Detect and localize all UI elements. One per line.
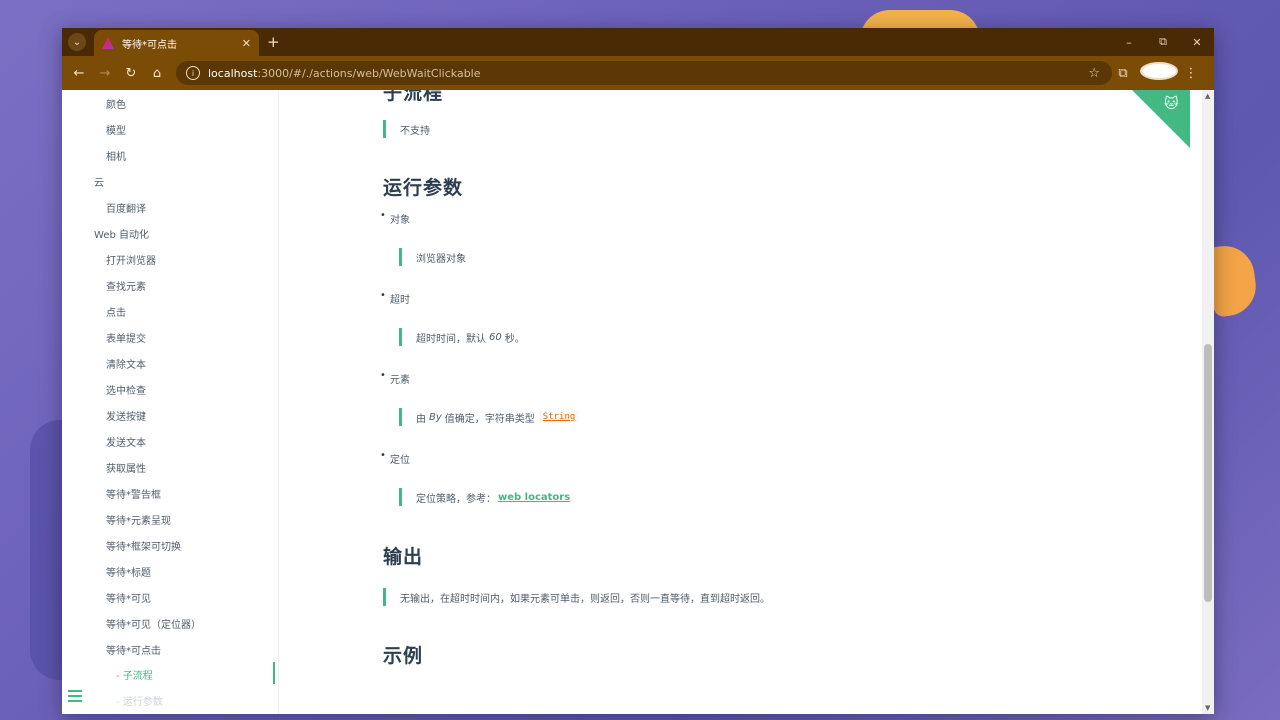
sidebar-item-selected-check[interactable]: 选中检查 xyxy=(106,382,146,397)
profile-avatar[interactable] xyxy=(1140,62,1178,84)
address-bar[interactable]: i localhost:3000/#/./actions/web/WebWait… xyxy=(176,61,1112,85)
sidebar-item-baidu-translate[interactable]: 百度翻译 xyxy=(106,200,146,215)
sidebar-item-subflow[interactable]: - 子流程 xyxy=(116,667,153,682)
sidebar-item-form-submit[interactable]: 表单提交 xyxy=(106,330,146,345)
param-timeout: 超时 xyxy=(380,290,410,306)
web-locators-link[interactable]: web locators xyxy=(498,492,570,503)
sidebar-item-wait-alert[interactable]: 等待*警告框 xyxy=(106,486,161,501)
browser-window: ⌄ 等待*可点击 ✕ + – ⧉ ✕ ← → ↻ ⌂ i localhost:3… xyxy=(62,28,1214,714)
sidebar-item-wait-clickable[interactable]: 等待*可点击 xyxy=(106,642,161,657)
window-controls: – ⧉ ✕ xyxy=(1112,28,1214,56)
restore-button[interactable]: ⧉ xyxy=(1146,35,1180,49)
url-text[interactable]: localhost:3000/#/./actions/web/WebWaitCl… xyxy=(208,67,481,80)
close-window-button[interactable]: ✕ xyxy=(1180,36,1214,49)
scroll-thumb[interactable] xyxy=(1204,344,1212,602)
main-content: 子流程 不支持 运行参数 对象 浏览器对象 超时 超时时间，默认60秒。 元素 … xyxy=(278,90,1202,714)
minimize-button[interactable]: – xyxy=(1112,36,1146,49)
sidebar-item-get-attribute[interactable]: 获取属性 xyxy=(106,460,146,475)
sidebar-item-wait-visible-locator[interactable]: 等待*可见（定位器） xyxy=(106,616,201,631)
sidebar-toggle-icon[interactable] xyxy=(68,690,82,705)
site-info-icon[interactable]: i xyxy=(186,66,200,80)
sidebar-item-model[interactable]: 模型 xyxy=(106,122,126,137)
github-octocat-icon[interactable]: 🐱 xyxy=(1164,96,1184,116)
sidebar-item-open-browser[interactable]: 打开浏览器 xyxy=(106,252,156,267)
active-indicator xyxy=(273,662,275,684)
home-icon[interactable]: ⌂ xyxy=(144,66,170,81)
sidebar-item-cloud[interactable]: 云 xyxy=(94,174,104,189)
forward-arrow-icon[interactable]: → xyxy=(92,66,118,81)
active-tab[interactable]: 等待*可点击 ✕ xyxy=(94,30,259,56)
extensions-icon[interactable]: ⧉ xyxy=(1106,66,1140,81)
sidebar-item-send-text[interactable]: 发送文本 xyxy=(106,434,146,449)
new-tab-button[interactable]: + xyxy=(267,33,280,51)
subflow-quote: 不支持 xyxy=(383,120,430,138)
sidebar-item-wait-frame[interactable]: 等待*框架可切换 xyxy=(106,538,181,553)
sidebar-item-send-keys[interactable]: 发送按键 xyxy=(106,408,146,423)
toolbar-actions: ⧉ ⋮ xyxy=(1106,62,1208,84)
sidebar-item-clear-text[interactable]: 清除文本 xyxy=(106,356,146,371)
param-element-desc: 由 By 值确定，字符串类型 String xyxy=(399,408,580,426)
tab-close-icon[interactable]: ✕ xyxy=(242,37,251,50)
param-locator-desc: 定位策略，参考： web locators xyxy=(399,488,570,506)
site-favicon-icon xyxy=(102,37,114,49)
tab-strip: ⌄ 等待*可点击 ✕ + – ⧉ ✕ xyxy=(62,28,1214,56)
param-object-desc: 浏览器对象 xyxy=(399,248,466,266)
docs-sidebar: 颜色 模型 相机 云 百度翻译 Web 自动化 打开浏览器 查找元素 点击 表单… xyxy=(62,90,279,714)
param-element: 元素 xyxy=(380,370,410,386)
more-menu-icon[interactable]: ⋮ xyxy=(1174,66,1208,81)
param-timeout-desc: 超时时间，默认 60 秒。 xyxy=(399,328,525,346)
sidebar-item-click[interactable]: 点击 xyxy=(106,304,126,319)
tab-title: 等待*可点击 xyxy=(122,39,177,51)
sidebar-item-wait-visible[interactable]: 等待*可见 xyxy=(106,590,151,605)
reload-icon[interactable]: ↻ xyxy=(118,66,144,81)
heading-params: 运行参数 xyxy=(383,177,464,199)
scroll-up-icon[interactable]: ▲ xyxy=(1205,92,1210,100)
browser-toolbar: ← → ↻ ⌂ i localhost:3000/#/./actions/web… xyxy=(62,56,1214,90)
sidebar-item-web-automation[interactable]: Web 自动化 xyxy=(94,226,149,241)
bookmark-star-icon[interactable]: ☆ xyxy=(1088,66,1100,81)
sidebar-item-camera[interactable]: 相机 xyxy=(106,148,126,163)
sidebar-item-params[interactable]: - 运行参数 xyxy=(116,693,163,708)
heading-example: 示例 xyxy=(383,645,424,667)
tab-search-button[interactable]: ⌄ xyxy=(68,33,86,51)
page-scrollbar[interactable]: ▲ ▼ xyxy=(1202,90,1214,714)
output-quote: 无输出，在超时时间内，如果元素可单击，则返回，否则一直等待，直到超时返回。 xyxy=(383,588,770,606)
sidebar-item-wait-title[interactable]: 等待*标题 xyxy=(106,564,151,579)
sidebar-item-color[interactable]: 颜色 xyxy=(106,96,126,111)
string-type-link[interactable]: String xyxy=(538,411,580,423)
param-object: 对象 xyxy=(380,210,410,226)
sidebar-item-wait-present[interactable]: 等待*元素呈现 xyxy=(106,512,171,527)
param-locator: 定位 xyxy=(380,450,410,466)
back-arrow-icon[interactable]: ← xyxy=(66,66,92,81)
sidebar-item-find-element[interactable]: 查找元素 xyxy=(106,278,146,293)
heading-subflow: 子流程 xyxy=(383,90,444,104)
scroll-down-icon[interactable]: ▼ xyxy=(1205,704,1210,712)
heading-output: 输出 xyxy=(383,546,424,568)
page-viewport: 颜色 模型 相机 云 百度翻译 Web 自动化 打开浏览器 查找元素 点击 表单… xyxy=(62,90,1214,714)
